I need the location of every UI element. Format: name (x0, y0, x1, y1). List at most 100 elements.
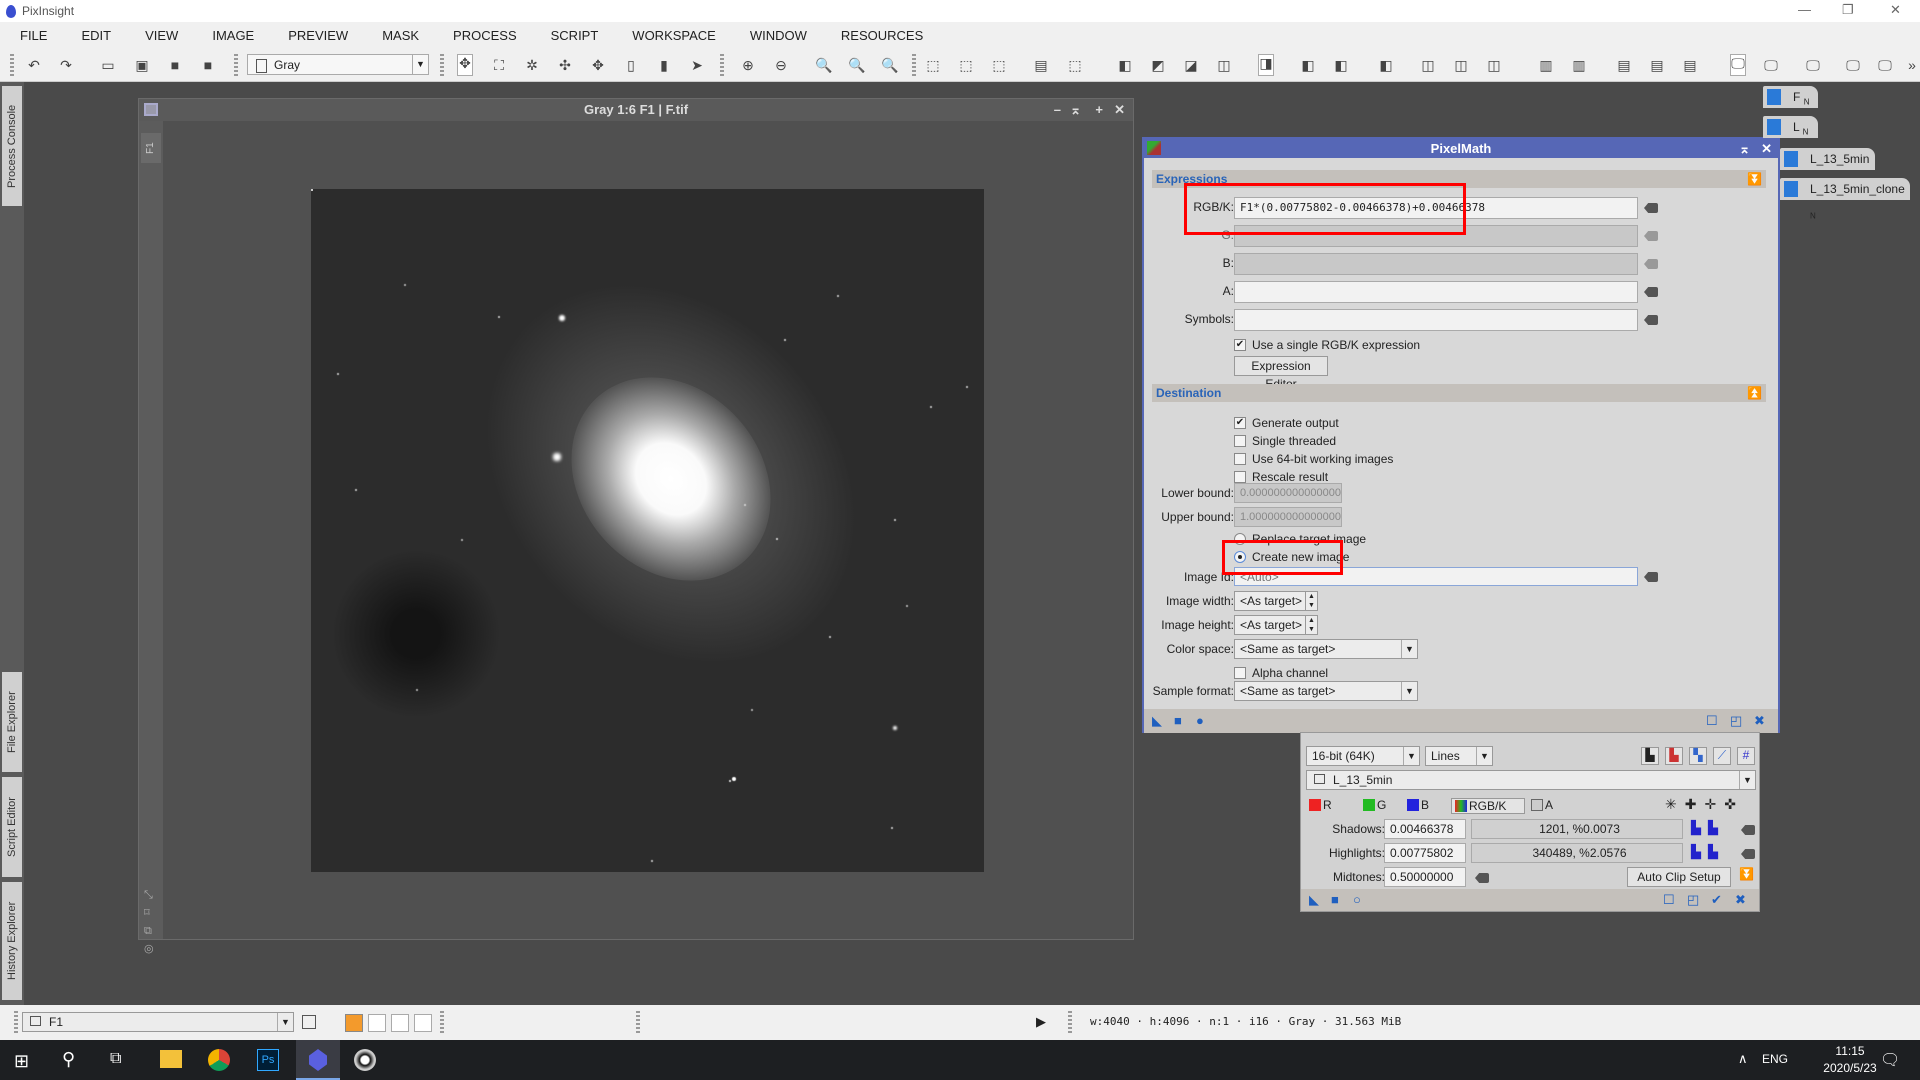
menu-mask[interactable]: MASK (382, 28, 419, 43)
check-icon[interactable]: ✔ (1711, 892, 1722, 908)
grid-icon[interactable]: # (1737, 747, 1755, 765)
a-expression-input[interactable] (1234, 281, 1638, 303)
apply-icon[interactable]: ■ (1331, 892, 1339, 907)
reset-highlights-icon[interactable] (1741, 849, 1755, 859)
menu-preview[interactable]: PREVIEW (288, 28, 348, 43)
preview-icon[interactable]: ▯ (623, 57, 639, 73)
rgb-histogram-icon[interactable]: ▙ (1665, 747, 1683, 765)
spin-arrows-icon[interactable]: ▲ ▼ (1305, 592, 1317, 610)
image-icon-2[interactable]: ■ (200, 57, 216, 73)
shadows-auto-icons[interactable]: ▙▙ (1691, 820, 1725, 836)
clock[interactable]: 11:15 2020/5/23 (1820, 1043, 1880, 1077)
view-mode-icon[interactable] (302, 1015, 316, 1029)
zoom-3-icon[interactable]: 🔍 (881, 57, 898, 73)
apply-global-icon[interactable]: ○ (1353, 892, 1361, 907)
workspace-icon[interactable]: ▤ (1616, 57, 1632, 73)
menu-edit[interactable]: EDIT (81, 28, 111, 43)
new-instance-icon[interactable]: ◣ (1152, 713, 1162, 729)
sample-format-select[interactable]: <Same as target> ▼ (1234, 681, 1418, 701)
zoom-in-icon[interactable]: ⊕ (740, 57, 756, 73)
search-icon[interactable]: ⚲ (62, 1049, 75, 1070)
image-width-spinbox[interactable]: <As target> ▲ ▼ (1234, 591, 1318, 611)
clear-symbols-icon[interactable] (1644, 315, 1658, 325)
pan-icon[interactable]: ✣ (557, 57, 573, 73)
more-icon[interactable]: » (1904, 57, 1920, 73)
doc-icon-l-13-5min-clone[interactable]: L_13_5min_clone N (1780, 178, 1910, 220)
restore-button[interactable]: ❐ (1842, 2, 1854, 18)
highlights-auto-icons[interactable]: ▙▙ (1691, 844, 1725, 860)
monitor-icon[interactable]: 🖵 (1730, 54, 1746, 76)
menu-process[interactable]: PROCESS (453, 28, 517, 43)
swatch-4[interactable] (414, 1014, 432, 1032)
rename-icon[interactable]: ▭ (100, 57, 116, 73)
apply-global-icon[interactable]: ● (1196, 713, 1204, 728)
preview-edit-icon[interactable]: ▮ (656, 57, 672, 73)
shade-icon[interactable]: ⌅ (1739, 139, 1750, 158)
stf-icon[interactable]: ◨ (1258, 54, 1274, 76)
new-image-icon[interactable]: ▣ (134, 57, 150, 73)
color-mode-select[interactable]: Gray ▼ (247, 54, 429, 75)
readout-mode-icon[interactable]: ✥ (457, 54, 473, 76)
shadows-input[interactable]: 0.00466378 (1384, 819, 1466, 839)
workspace-3-icon[interactable]: ▤ (1682, 57, 1698, 73)
auto-clip-setup-button[interactable]: Auto Clip Setup (1627, 867, 1731, 887)
view-id-tab[interactable]: F1 (141, 133, 161, 163)
apply-icon[interactable]: ■ (1174, 713, 1182, 728)
resolution-select[interactable]: 16-bit (64K) ▼ (1306, 746, 1420, 766)
undo-icon[interactable]: ↶ (26, 57, 42, 73)
task-view-icon[interactable]: ⧉ (110, 1050, 121, 1068)
edit-doc-icon[interactable]: ◰ (1730, 713, 1742, 729)
crop-icon[interactable]: ⬚ (991, 57, 1007, 73)
play-icon[interactable]: ▶ (1036, 1014, 1046, 1030)
language-indicator[interactable]: ENG (1762, 1052, 1788, 1066)
tab-process-console[interactable]: Process Console (2, 86, 22, 206)
image-window-title-bar[interactable]: Gray 1:6 F1 | F.tif – ⌅ + ✕ (139, 99, 1133, 121)
windows-start-icon[interactable]: ⊞ (14, 1051, 29, 1072)
channel-color-swatch[interactable] (345, 1014, 363, 1032)
alpha-channel-checkbox[interactable] (1234, 667, 1246, 679)
stf-4-icon[interactable]: ◧ (1378, 57, 1394, 73)
file-explorer-icon[interactable] (160, 1050, 182, 1068)
browse-doc-icon[interactable]: ☐ (1706, 713, 1718, 729)
layout-2-icon[interactable]: ▥ (1571, 57, 1587, 73)
reset-icon[interactable]: ✖ (1735, 892, 1746, 908)
mask-3-icon[interactable]: ◪ (1183, 57, 1199, 73)
single-threaded-checkbox[interactable] (1234, 435, 1246, 447)
expand-icon[interactable]: ⏫ (1747, 384, 1762, 402)
cumulative-icon[interactable]: ▚ (1689, 747, 1707, 765)
image-icon[interactable]: ■ (167, 57, 183, 73)
menu-file[interactable]: FILE (20, 28, 47, 43)
pointer-icon[interactable]: ➤ (689, 57, 705, 73)
monitor-2-icon[interactable]: 🖵 (1763, 57, 1779, 73)
destination-header[interactable]: Destination ⏫ (1152, 384, 1766, 402)
menu-window[interactable]: WINDOW (750, 28, 807, 43)
clear-a-icon[interactable] (1644, 287, 1658, 297)
mask-4-icon[interactable]: ◫ (1216, 57, 1232, 73)
redo-icon[interactable]: ↷ (58, 57, 74, 73)
color-space-select[interactable]: <Same as target> ▼ (1234, 639, 1418, 659)
menu-workspace[interactable]: WORKSPACE (632, 28, 716, 43)
monitor-4-icon[interactable]: 🖵 (1845, 57, 1861, 73)
expression-editor-button[interactable]: Expression Editor (1234, 356, 1328, 391)
tab-script-editor[interactable]: Script Editor (2, 777, 22, 877)
spin-arrows-icon[interactable]: ▲ ▼ (1305, 616, 1317, 634)
readout-mode-icons[interactable]: ✳✚✛✜ (1665, 796, 1744, 813)
close-icon[interactable]: ✕ (1114, 99, 1125, 121)
app-icon[interactable] (354, 1049, 376, 1071)
clear-rgbk-icon[interactable] (1644, 203, 1658, 213)
image-height-spinbox[interactable]: <As target> ▲ ▼ (1234, 615, 1318, 635)
move-icon[interactable]: ✥ (590, 57, 606, 73)
graph-style-select[interactable]: Lines ▼ (1425, 746, 1493, 766)
browse-doc-icon[interactable]: ☐ (1663, 892, 1675, 908)
shrink-icon[interactable]: ✲ (524, 57, 540, 73)
menu-view[interactable]: VIEW (145, 28, 178, 43)
view-tools-icons[interactable]: ⤡ ⌑ ⧉ ◎ (144, 886, 154, 958)
new-instance-icon[interactable]: ◣ (1309, 892, 1319, 908)
zoom-2-icon[interactable]: 🔍 (848, 57, 865, 73)
reset-icon[interactable]: ✖ (1754, 713, 1765, 729)
stf-2-icon[interactable]: ◧ (1300, 57, 1316, 73)
midtones-input[interactable]: 0.50000000 (1384, 867, 1466, 887)
use-64bit-checkbox[interactable] (1234, 453, 1246, 465)
layout-icon[interactable]: ▥ (1538, 57, 1554, 73)
doc-icon-f[interactable]: F N (1763, 86, 1818, 108)
